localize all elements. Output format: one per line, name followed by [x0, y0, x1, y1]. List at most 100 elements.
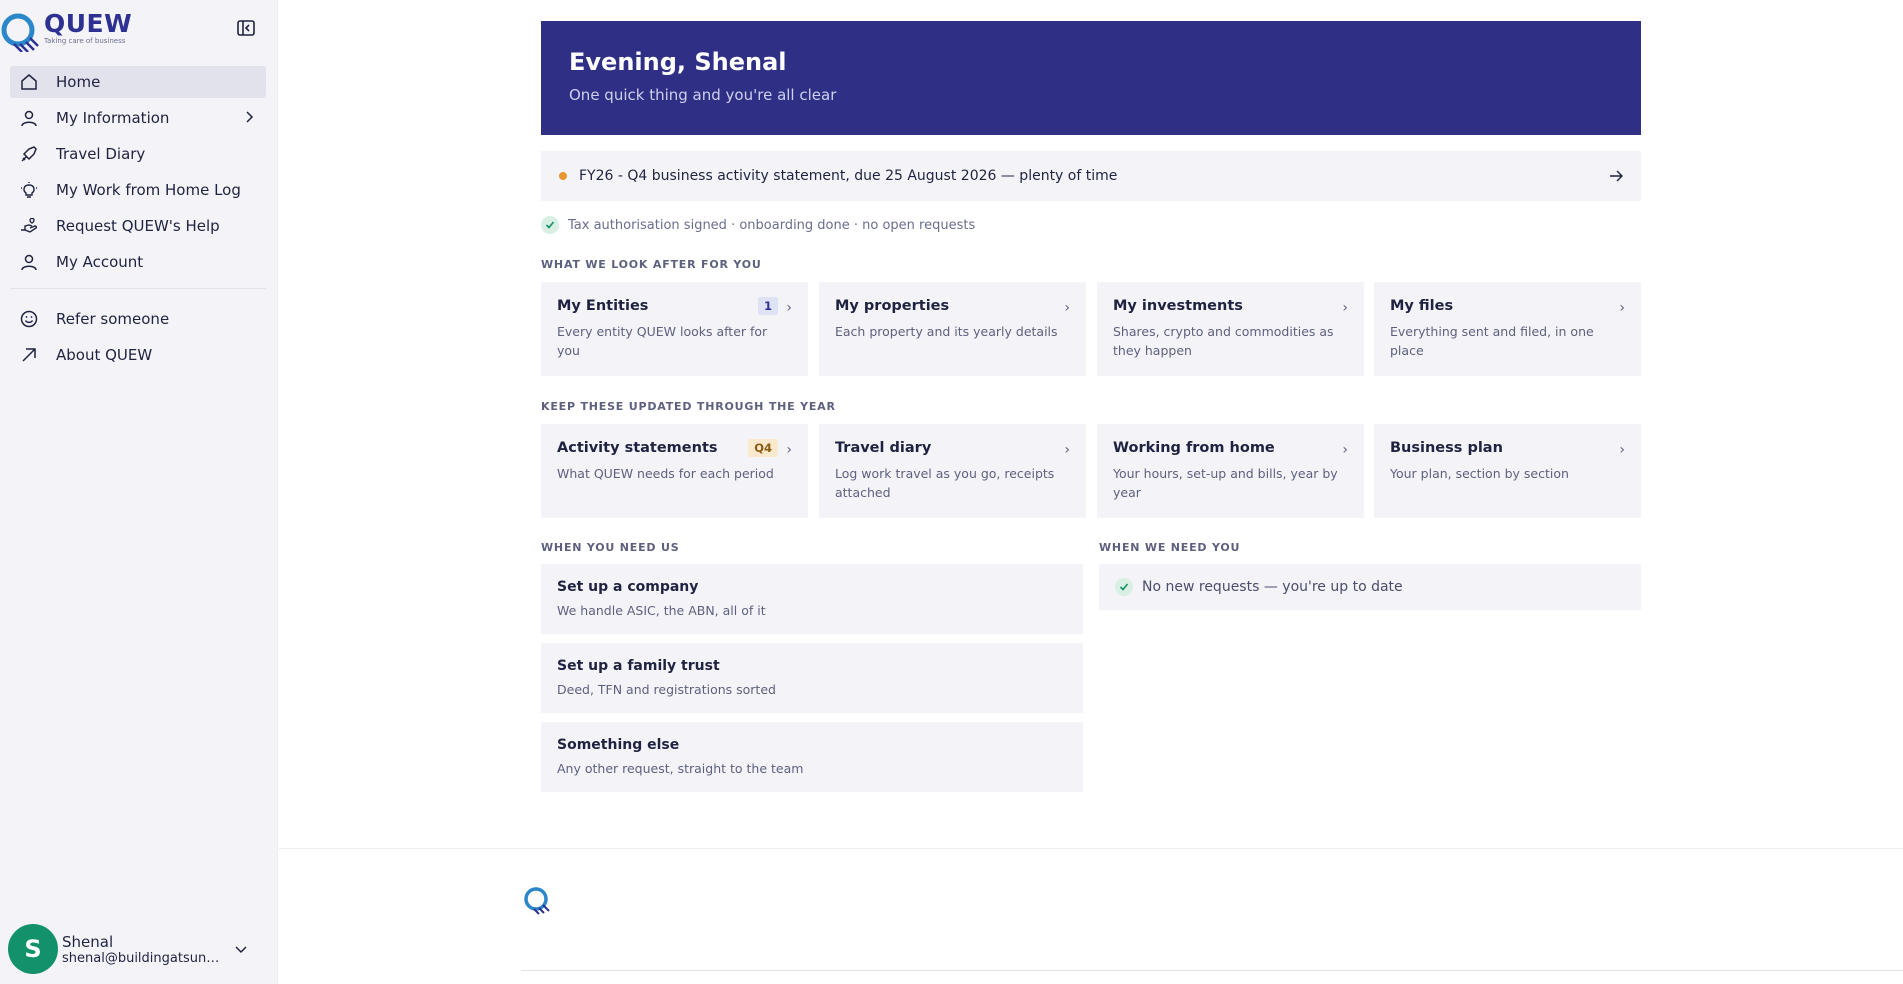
- request-title: Set up a company: [557, 579, 699, 595]
- quew-logo-mark-icon: [1, 13, 39, 52]
- chevron-right-icon: ›: [1064, 442, 1070, 458]
- status-text: Tax authorisation signed · onboarding do…: [568, 217, 976, 233]
- chevron-right-icon: ›: [786, 300, 792, 316]
- sidebar-item-about-quew[interactable]: About QUEW: [10, 339, 266, 371]
- home-icon: [21, 74, 37, 90]
- greeting-title: Evening, Shenal: [569, 48, 787, 76]
- check-icon: [1115, 578, 1133, 596]
- section-label-need-us: WHEN YOU NEED US: [541, 541, 680, 554]
- arrow-right-icon: [1610, 170, 1623, 182]
- request-title: Set up a family trust: [557, 658, 720, 674]
- quew-logo[interactable]: QUEW Taking care of business: [0, 6, 140, 52]
- card-desc: Each property and its yearly details: [835, 324, 1058, 339]
- sidebar-item-label: My Information: [56, 109, 170, 127]
- sidebar-item-label: Home: [56, 73, 101, 91]
- chevron-right-icon: ›: [1342, 442, 1348, 458]
- nav-divider: [10, 288, 266, 289]
- period-badge: Q4: [748, 439, 778, 457]
- chevron-right-icon: ›: [1619, 442, 1625, 458]
- sidebar-item-refer-someone[interactable]: Refer someone: [10, 303, 266, 335]
- card-title: Business plan: [1390, 440, 1503, 456]
- request-something-else[interactable]: Something else Any other request, straig…: [541, 722, 1083, 792]
- request-title: Something else: [557, 737, 680, 753]
- need-you-text: No new requests — you're up to date: [1142, 579, 1403, 595]
- sidebar-nav: Home My Information Travel Diary My Work…: [10, 66, 266, 375]
- card-working-from-home[interactable]: Working from home Your hours, set-up and…: [1097, 424, 1364, 518]
- user-icon: [21, 254, 37, 271]
- card-title: My Entities: [557, 298, 649, 314]
- card-business-plan[interactable]: Business plan Your plan, section by sect…: [1374, 424, 1641, 518]
- request-set-up-family-trust[interactable]: Set up a family trust Deed, TFN and regi…: [541, 643, 1083, 713]
- onboarding-status: Tax authorisation signed · onboarding do…: [541, 216, 975, 234]
- profile-menu[interactable]: S Shenal shenal@buildingatsunset.com: [8, 924, 270, 974]
- sidebar-item-my-account[interactable]: My Account: [10, 246, 266, 278]
- greeting-banner: Evening, Shenal One quick thing and you'…: [541, 21, 1641, 135]
- lightbulb-icon: [21, 182, 37, 198]
- check-icon: [541, 216, 559, 234]
- status-dot: [559, 172, 567, 180]
- section-label-need-you: WHEN WE NEED YOU: [1099, 541, 1241, 554]
- card-title: Travel diary: [835, 440, 932, 456]
- sidebar-item-label: My Account: [56, 253, 144, 271]
- brand-tagline: Taking care of business: [44, 37, 126, 45]
- card-title: My files: [1390, 298, 1454, 314]
- main-content: Evening, Shenal One quick thing and you'…: [279, 0, 1903, 984]
- card-desc: Your plan, section by section: [1390, 466, 1569, 481]
- chevron-right-icon: ›: [786, 442, 792, 458]
- user-icon: [21, 110, 37, 127]
- card-activity-statements[interactable]: Activity statements What QUEW needs for …: [541, 424, 808, 518]
- notice-text: FY26 - Q4 business activity statement, d…: [579, 168, 1118, 184]
- card-desc: Shares, crypto and commodities as they h…: [1113, 324, 1334, 358]
- card-title: My properties: [835, 298, 950, 314]
- hand-help-icon: [21, 217, 38, 233]
- chevron-right-icon: ›: [1064, 300, 1070, 316]
- chevron-right-icon: ›: [1619, 300, 1625, 316]
- card-my-files[interactable]: My files Everything sent and filed, in o…: [1374, 282, 1641, 376]
- plane-icon: [21, 146, 37, 162]
- card-desc: What QUEW needs for each period: [557, 466, 774, 481]
- profile-name: Shenal: [62, 932, 114, 951]
- request-desc: Any other request, straight to the team: [557, 761, 804, 776]
- card-title: My investments: [1113, 298, 1243, 314]
- count-badge: 1: [757, 297, 778, 315]
- chevron-down-icon: [235, 946, 247, 954]
- card-desc: Everything sent and filed, in one place: [1390, 324, 1594, 358]
- sidebar-item-request-help[interactable]: Request QUEW's Help: [10, 210, 266, 242]
- profile-email: shenal@buildingatsunset.com: [62, 950, 222, 966]
- sidebar-item-label: Travel Diary: [56, 145, 146, 163]
- sidebar-item-travel-diary[interactable]: Travel Diary: [10, 138, 266, 170]
- footer-divider: [279, 848, 1903, 849]
- avatar: S: [8, 924, 58, 974]
- sidebar-item-label: My Work from Home Log: [56, 181, 241, 199]
- sidebar-item-my-information[interactable]: My Information: [10, 102, 266, 134]
- sidebar-item-label: About QUEW: [56, 346, 153, 364]
- sidebar-item-home[interactable]: Home: [10, 66, 266, 98]
- bas-notice[interactable]: FY26 - Q4 business activity statement, d…: [541, 151, 1641, 201]
- card-travel-diary[interactable]: Travel diary Log work travel as you go, …: [819, 424, 1086, 518]
- card-desc: Every entity QUEW looks after for you: [557, 324, 768, 358]
- quew-logo-mark-icon: [524, 887, 550, 915]
- sidebar-item-work-from-home-log[interactable]: My Work from Home Log: [10, 174, 266, 206]
- arrow-up-right-icon: [22, 348, 36, 362]
- request-desc: Deed, TFN and registrations sorted: [557, 682, 776, 697]
- card-desc: Your hours, set-up and bills, year by ye…: [1113, 466, 1338, 500]
- collapse-sidebar-icon[interactable]: [236, 18, 256, 38]
- need-you-status: No new requests — you're up to date: [1099, 564, 1641, 610]
- request-set-up-company[interactable]: Set up a company We handle ASIC, the ABN…: [541, 564, 1083, 634]
- card-my-entities[interactable]: My Entities Every entity QUEW looks afte…: [541, 282, 808, 376]
- card-my-properties[interactable]: My properties Each property and its year…: [819, 282, 1086, 376]
- section-label-look-after: WHAT WE LOOK AFTER FOR YOU: [541, 258, 762, 271]
- brand-name: QUEW: [44, 9, 133, 38]
- sidebar-item-label: Refer someone: [56, 310, 170, 328]
- card-my-investments[interactable]: My investments Shares, crypto and commod…: [1097, 282, 1364, 376]
- card-title: Working from home: [1113, 440, 1275, 456]
- sidebar: QUEW Taking care of business Home My Inf…: [0, 0, 278, 984]
- chevron-right-icon: ›: [1342, 300, 1348, 316]
- greeting-subtitle: One quick thing and you're all clear: [569, 86, 837, 104]
- chevron-right-icon: [246, 111, 254, 123]
- footer-divider: [521, 970, 1903, 971]
- section-label-keep-updated: KEEP THESE UPDATED THROUGH THE YEAR: [541, 400, 836, 413]
- sidebar-item-label: Request QUEW's Help: [56, 217, 220, 235]
- smile-icon: [20, 310, 38, 328]
- request-desc: We handle ASIC, the ABN, all of it: [557, 603, 766, 618]
